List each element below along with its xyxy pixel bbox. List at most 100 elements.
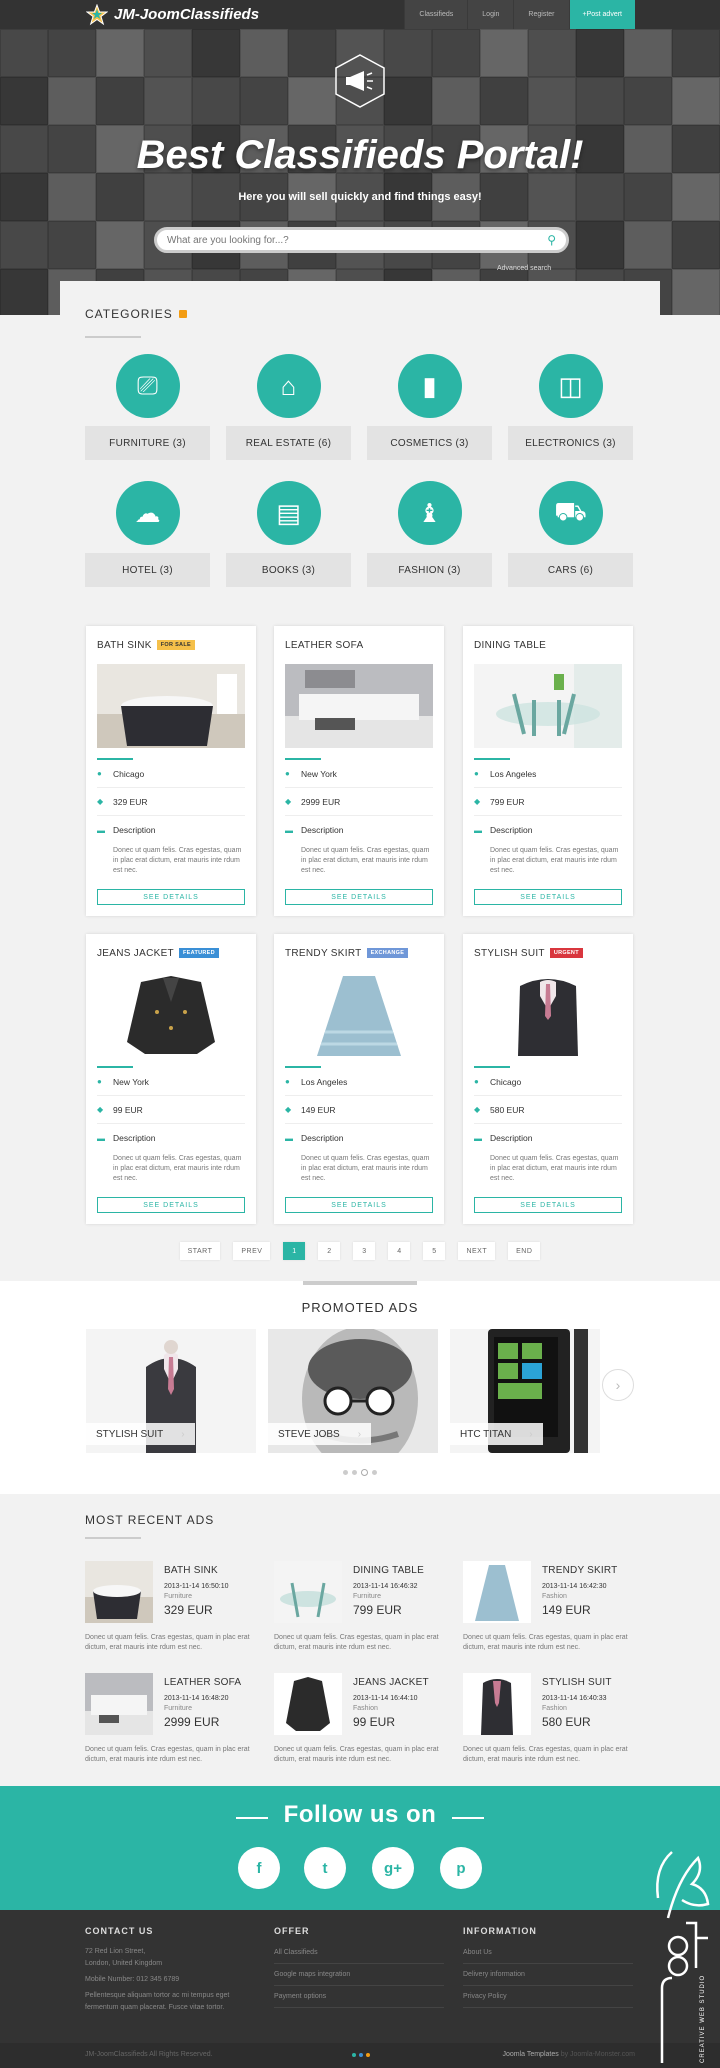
facebook-icon[interactable]: f: [238, 1847, 280, 1889]
category-label[interactable]: CARS (6): [508, 553, 633, 587]
recent-ad-title[interactable]: BATH SINK: [164, 1565, 218, 1576]
promoted-item[interactable]: STYLISH SUIT ›: [86, 1329, 256, 1453]
credit-link[interactable]: Joomla Templates: [502, 2051, 558, 2058]
footer-link[interactable]: Google maps integration: [274, 1964, 444, 1986]
category-item[interactable]: ▤ BOOKS (3): [226, 481, 351, 587]
recent-ad-image[interactable]: [85, 1561, 153, 1623]
ad-image[interactable]: [285, 972, 433, 1056]
recent-ad-title[interactable]: DINING TABLE: [353, 1565, 424, 1576]
page-button-start[interactable]: START: [179, 1242, 221, 1260]
ad-description: Donec ut quam felis. Cras egestas, quam …: [113, 847, 242, 874]
category-item[interactable]: ☁ HOTEL (3): [85, 481, 210, 587]
category-item[interactable]: ◫ ELECTRONICS (3): [508, 354, 633, 460]
devices-icon[interactable]: ◫: [538, 354, 603, 418]
nav-classifieds[interactable]: Classifieds: [404, 0, 468, 29]
category-item[interactable]: ▮ COSMETICS (3): [367, 354, 492, 460]
nav-login[interactable]: Login: [467, 0, 514, 29]
rss-icon[interactable]: [178, 310, 187, 318]
ad-card[interactable]: DINING TABLE ● Los Angeles ◆ 799 EUR ▬ Descrip…: [463, 626, 633, 916]
ad-title[interactable]: LEATHER SOFA: [285, 640, 363, 651]
ad-title[interactable]: STYLISH SUIT: [474, 948, 545, 959]
twitter-icon[interactable]: t: [304, 1847, 346, 1889]
ad-title[interactable]: JEANS JACKET: [97, 948, 174, 959]
see-details-button[interactable]: SEE DETAILS: [474, 889, 622, 905]
recent-ad-title[interactable]: LEATHER SOFA: [164, 1677, 241, 1688]
ad-image[interactable]: [285, 664, 433, 748]
ad-card[interactable]: JEANS JACKET FEATURED ● New York ◆ 99 EUR ▬ Des…: [86, 934, 256, 1224]
recent-ad-title[interactable]: JEANS JACKET: [353, 1677, 429, 1688]
page-button-1[interactable]: 1: [283, 1242, 306, 1260]
recent-ad-title[interactable]: STYLISH SUIT: [542, 1677, 612, 1688]
footer-link[interactable]: Delivery information: [463, 1964, 633, 1986]
search-icon[interactable]: ⚲: [547, 233, 556, 247]
recent-ad-description: Donec ut quam felis. Cras egestas, quam …: [274, 1634, 439, 1651]
category-label[interactable]: FASHION (3): [367, 553, 492, 587]
page-button-next[interactable]: NEXT: [458, 1242, 496, 1260]
category-item[interactable]: ⛟ CARS (6): [508, 481, 633, 587]
site-logo[interactable]: JM-JoomClassifieds: [86, 0, 259, 29]
recent-ad-image[interactable]: [85, 1673, 153, 1735]
pinterest-icon[interactable]: p: [440, 1847, 482, 1889]
recent-ad-title[interactable]: TRENDY SKIRT: [542, 1565, 617, 1576]
carousel-dot[interactable]: [372, 1470, 377, 1475]
see-details-button[interactable]: SEE DETAILS: [285, 889, 433, 905]
ad-image[interactable]: [474, 664, 622, 748]
nav-register[interactable]: Register: [513, 0, 569, 29]
category-label[interactable]: FURNITURE (3): [85, 426, 210, 460]
recent-ad-image[interactable]: [274, 1673, 342, 1735]
ad-card[interactable]: BATH SINK FOR SALE ● Chicago ◆ 329 EUR ▬ Descri…: [86, 626, 256, 916]
category-item[interactable]: ♝ FASHION (3): [367, 481, 492, 587]
see-details-button[interactable]: SEE DETAILS: [285, 1197, 433, 1213]
carousel-dot[interactable]: [343, 1470, 348, 1475]
category-label[interactable]: COSMETICS (3): [367, 426, 492, 460]
search-input[interactable]: [167, 234, 548, 246]
carousel-dot[interactable]: [352, 1470, 357, 1475]
see-details-button[interactable]: SEE DETAILS: [97, 1197, 245, 1213]
see-details-button[interactable]: SEE DETAILS: [474, 1197, 622, 1213]
ad-card[interactable]: STYLISH SUIT URGENT ● Chicago ◆ 580 EUR ▬ Descr…: [463, 934, 633, 1224]
lipstick-icon[interactable]: ▮: [397, 354, 462, 418]
footer-link[interactable]: Privacy Policy: [463, 1986, 633, 2008]
category-label[interactable]: BOOKS (3): [226, 553, 351, 587]
ad-image[interactable]: [474, 972, 622, 1056]
ad-card[interactable]: TRENDY SKIRT EXCHANGE ● Los Angeles ◆ 149 EUR…: [274, 934, 444, 1224]
post-advert-button[interactable]: +Post advert: [568, 0, 635, 29]
sofa-lamp-icon[interactable]: ⎚: [115, 354, 180, 418]
recent-ad-image[interactable]: [274, 1561, 342, 1623]
promoted-item[interactable]: HTC TITAN ›: [450, 1329, 600, 1453]
recent-ad-image[interactable]: [463, 1561, 531, 1623]
page-button-5[interactable]: 5: [423, 1242, 446, 1260]
page-button-2[interactable]: 2: [318, 1242, 341, 1260]
car-icon[interactable]: ⛟: [538, 481, 603, 545]
book-icon[interactable]: ▤: [256, 481, 321, 545]
advanced-search-link[interactable]: Advanced search: [497, 265, 551, 272]
page-button-4[interactable]: 4: [388, 1242, 411, 1260]
tshirt-icon[interactable]: ♝: [397, 481, 462, 545]
page-button-prev[interactable]: PREV: [233, 1242, 271, 1260]
service-bell-icon[interactable]: ☁: [115, 481, 180, 545]
recent-ad-image[interactable]: [463, 1673, 531, 1735]
promoted-item[interactable]: STEVE JOBS ›: [268, 1329, 438, 1453]
page-button-3[interactable]: 3: [353, 1242, 376, 1260]
house-icon[interactable]: ⌂: [256, 354, 321, 418]
carousel-dot-active[interactable]: [361, 1469, 368, 1476]
footer-link[interactable]: All Classifieds: [274, 1942, 444, 1964]
ad-title[interactable]: DINING TABLE: [474, 640, 546, 651]
google-plus-icon[interactable]: g+: [372, 1847, 414, 1889]
ad-image[interactable]: [97, 972, 245, 1056]
see-details-button[interactable]: SEE DETAILS: [97, 889, 245, 905]
footer-link[interactable]: About Us: [463, 1942, 633, 1964]
category-item[interactable]: ⎚ FURNITURE (3): [85, 354, 210, 460]
ad-image[interactable]: [97, 664, 245, 748]
footer-link[interactable]: Payment options: [274, 1986, 444, 2008]
page-button-end[interactable]: END: [508, 1242, 541, 1260]
category-label[interactable]: ELECTRONICS (3): [508, 426, 633, 460]
carousel-next-arrow[interactable]: ›: [602, 1369, 634, 1401]
category-label[interactable]: REAL ESTATE (6): [226, 426, 351, 460]
category-item[interactable]: ⌂ REAL ESTATE (6): [226, 354, 351, 460]
ad-title[interactable]: TRENDY SKIRT: [285, 948, 362, 959]
ad-title[interactable]: BATH SINK: [97, 640, 152, 651]
ad-card[interactable]: LEATHER SOFA ● New York ◆ 2999 EUR ▬ Descripti…: [274, 626, 444, 916]
category-label[interactable]: HOTEL (3): [85, 553, 210, 587]
ad-location-row: ● New York: [97, 1068, 245, 1096]
